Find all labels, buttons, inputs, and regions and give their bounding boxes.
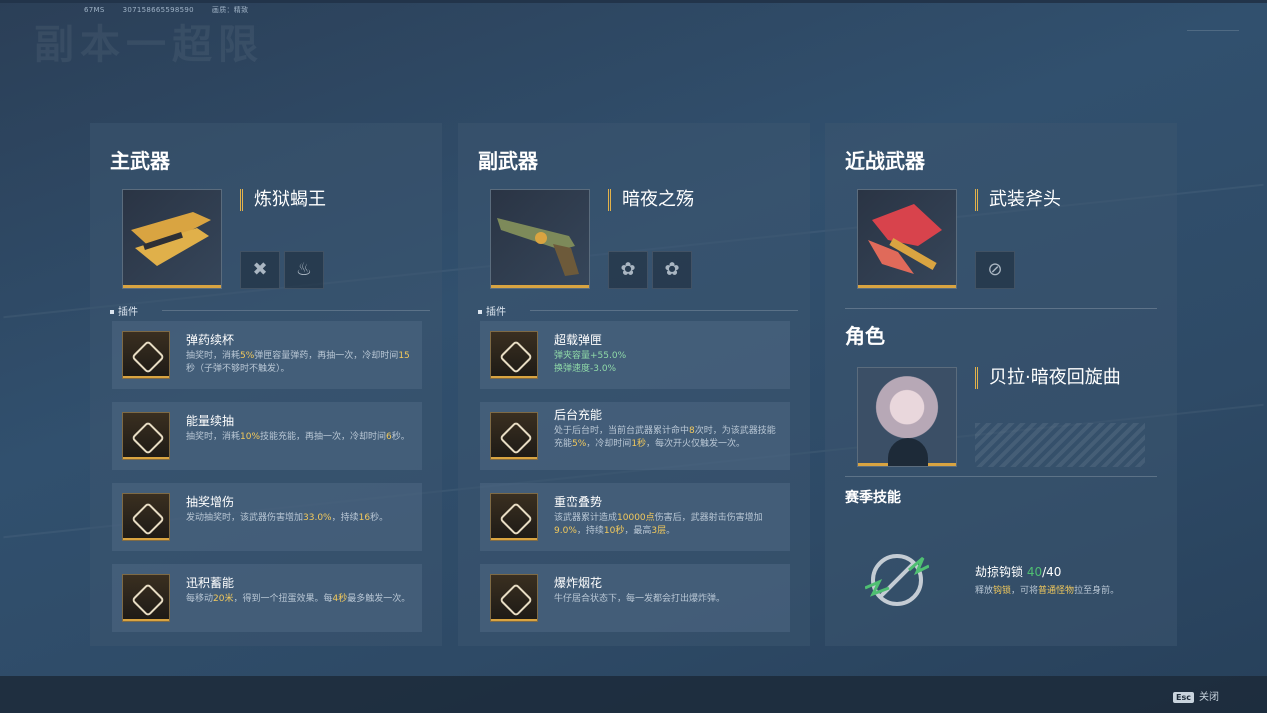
secondary-weapon-image[interactable] — [490, 189, 590, 289]
divider — [845, 476, 1157, 477]
melee-weapon-image[interactable] — [857, 189, 957, 289]
skill-current: 40 — [1026, 565, 1043, 579]
plugin-icon — [122, 412, 170, 460]
pistol-icon — [497, 218, 579, 276]
plugin-icon — [490, 574, 538, 622]
no-throw-icon[interactable]: ⊘ — [975, 251, 1015, 289]
panel-title: 主武器 — [110, 149, 170, 173]
plugin-desc: 处于后台时，当前台武器累计命中8次时，为该武器技能充能5%，冷却时间1秒，每次开… — [554, 426, 776, 449]
plugin-name: 爆炸烟花 — [554, 576, 603, 590]
panel-title: 副武器 — [478, 149, 538, 173]
cylinder-icon[interactable]: ✿ — [652, 251, 692, 289]
primary-weapon-name: 炼狱蝎王 — [240, 189, 326, 211]
plugins-section-label: 插件 — [110, 303, 430, 318]
plugin-card[interactable]: 弹药续杯 抽奖时，消耗5%弹匣容量弹药，再抽一次，冷却时间15秒（子弹不够时不触… — [112, 321, 422, 389]
plugin-desc: 发动抽奖时，该武器伤害增加33.0%，持续16秒。 — [186, 513, 389, 523]
secondary-weapon-panel: 副武器 暗夜之殇 ✿ ✿ 插件 超载弹匣 弹夹容量+55.0% 换弹速度-3.0%… — [458, 123, 810, 646]
plugin-icon — [122, 331, 170, 379]
panel-title: 近战武器 — [845, 149, 925, 173]
plugin-card[interactable]: 能量续抽 抽奖时，消耗10%技能充能，再抽一次，冷却时间6秒。 — [112, 402, 422, 470]
divider — [845, 308, 1157, 309]
close-label: 关闭 — [1199, 692, 1219, 703]
primary-weapon-image[interactable] — [122, 189, 222, 289]
plugin-card[interactable]: 迅积蓄能 每移动20米，得到一个扭蛋效果。每4秒最多触发一次。 — [112, 564, 422, 632]
esc-key: Esc — [1173, 692, 1194, 703]
secondary-weapon-name: 暗夜之殇 — [608, 189, 694, 211]
plugin-card[interactable]: 超载弹匣 弹夹容量+55.0% 换弹速度-3.0% — [480, 321, 790, 389]
plugin-desc: 每移动20米，得到一个扭蛋效果。每4秒最多触发一次。 — [186, 594, 411, 604]
skill-max: /40 — [1042, 565, 1062, 579]
plugin-desc: 牛仔居合状态下，每一发都会打出爆炸弹。 — [554, 594, 726, 604]
plugin-card[interactable]: 重峦叠势 该武器累计造成10000点伤害后，武器射击伤害增加9.0%，持续10秒… — [480, 483, 790, 551]
corner-decoration — [1187, 30, 1239, 49]
rifle-icon — [131, 212, 211, 266]
plugin-card[interactable]: 抽奖增伤 发动抽奖时，该武器伤害增加33.0%，持续16秒。 — [112, 483, 422, 551]
plugin-card[interactable]: 后台充能 处于后台时，当前台武器累计命中8次时，为该武器技能充能5%，冷却时间1… — [480, 402, 790, 470]
plugin-name: 迅积蓄能 — [186, 576, 235, 590]
empty-slot — [975, 423, 1145, 467]
plugin-desc: 该武器累计造成10000点伤害后，武器射击伤害增加9.0%，持续10秒，最高3层… — [554, 513, 763, 536]
axe-icon — [868, 204, 942, 274]
plugin-name: 超载弹匣 — [554, 333, 603, 347]
bottom-bar — [0, 676, 1267, 713]
plugin-desc: 抽奖时，消耗5%弹匣容量弹药，再抽一次，冷却时间15秒（子弹不够时不触发）。 — [186, 351, 410, 374]
close-button[interactable]: Esc 关闭 — [1173, 688, 1219, 703]
plugin-icon — [122, 493, 170, 541]
plugin-icon — [122, 574, 170, 622]
plugin-name: 弹药续杯 — [186, 333, 235, 347]
plugin-icon — [490, 331, 538, 379]
crossed-guns-icon[interactable]: ✖ — [240, 251, 280, 289]
melee-weapon-name: 武装斧头 — [975, 189, 1061, 211]
plugin-icon — [490, 493, 538, 541]
character-name: 贝拉·暗夜回旋曲 — [975, 367, 1121, 389]
plugins-section-label: 插件 — [478, 303, 798, 318]
melee-character-panel: 近战武器 武装斧头 ⊘ 角色 贝拉·暗夜回旋曲 赛季技能 劫掠钩锁 40/40 … — [825, 123, 1177, 646]
plugin-name: 能量续抽 — [186, 414, 235, 428]
primary-weapon-panel: 主武器 炼狱蝎王 ✖ ♨ 插件 弹药续杯 抽奖时，消耗5%弹匣容量弹药，再抽一次… — [90, 123, 442, 646]
skill-name: 劫掠钩锁 40/40 — [975, 565, 1062, 579]
character-avatar[interactable] — [857, 367, 957, 467]
skill-desc: 释放钩锁，可将普通怪物拉至身前。 — [975, 586, 1120, 596]
plugin-name: 抽奖增伤 — [186, 495, 235, 509]
plugin-icon — [490, 412, 538, 460]
season-skill-title: 赛季技能 — [845, 490, 901, 506]
plugin-desc: 弹夹容量+55.0% 换弹速度-3.0% — [554, 351, 627, 374]
plugin-card[interactable]: 爆炸烟花 牛仔居合状态下，每一发都会打出爆炸弹。 — [480, 564, 790, 632]
cylinder-icon[interactable]: ✿ — [608, 251, 648, 289]
role-title: 角色 — [845, 324, 885, 348]
top-bar — [0, 0, 1267, 3]
background-title: 副本一超限 — [34, 22, 264, 68]
plugin-name: 后台充能 — [554, 408, 603, 422]
flame-icon[interactable]: ♨ — [284, 251, 324, 289]
grapple-hook-icon[interactable] — [864, 548, 930, 612]
plugin-name: 重峦叠势 — [554, 495, 603, 509]
plugin-desc: 抽奖时，消耗10%技能充能，再抽一次，冷却时间6秒。 — [186, 432, 410, 442]
